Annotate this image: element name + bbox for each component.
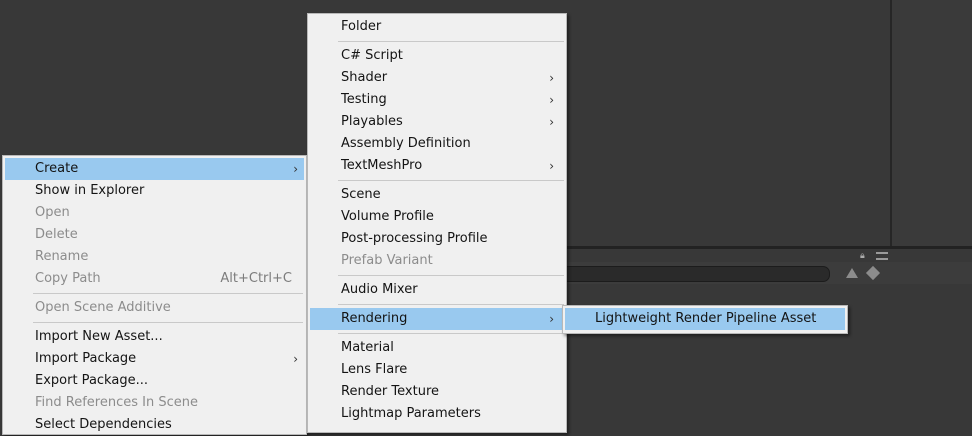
menu-item-post-processing-profile[interactable]: Post-processing Profile xyxy=(310,228,564,250)
menu-item-label: Shader xyxy=(341,70,388,85)
menu-item-select-dependencies[interactable]: Select Dependencies xyxy=(5,414,304,436)
menu-item-label: Render Texture xyxy=(341,384,440,399)
menu-item-label: Prefab Variant xyxy=(341,253,433,268)
menu-separator xyxy=(338,41,564,42)
context-menu: Create › Show in Explorer Open Delete Rename C… xyxy=(2,155,307,435)
menu-item-lens-flare[interactable]: Lens Flare xyxy=(310,359,564,381)
menu-separator xyxy=(33,293,303,294)
menu-item-label: Export Package... xyxy=(35,373,148,388)
menu-item-find-references-in-scene[interactable]: Find References In Scene xyxy=(5,392,304,414)
menu-item-shader[interactable]: Shader › xyxy=(310,67,564,89)
menu-item-label: Rename xyxy=(35,249,89,264)
menu-item-rename[interactable]: Rename xyxy=(5,246,304,268)
chevron-right-icon: › xyxy=(549,312,554,326)
menu-item-show-in-explorer[interactable]: Show in Explorer xyxy=(5,180,304,202)
menu-separator xyxy=(338,180,564,181)
menu-item-label: TextMeshPro xyxy=(341,158,423,173)
chevron-right-icon: › xyxy=(293,352,298,366)
menu-item-testing[interactable]: Testing › xyxy=(310,89,564,111)
menu-item-label: Open xyxy=(35,205,70,220)
menu-item-label: Import New Asset... xyxy=(35,329,163,344)
menu-item-label: Audio Mixer xyxy=(341,282,418,297)
menu-separator xyxy=(338,275,564,276)
menu-item-label: Import Package xyxy=(35,351,137,366)
menu-item-label: Rendering xyxy=(341,311,408,326)
chevron-right-icon: › xyxy=(549,159,554,173)
menu-item-audio-mixer[interactable]: Audio Mixer xyxy=(310,279,564,301)
menu-item-label: Scene xyxy=(341,187,381,202)
chevron-right-icon: › xyxy=(549,71,554,85)
menu-item-copy-path[interactable]: Copy Path Alt+Ctrl+C xyxy=(5,268,304,290)
menu-item-label: Open Scene Additive xyxy=(35,300,171,315)
menu-item-import-package[interactable]: Import Package › xyxy=(5,348,304,370)
menu-item-label: Lightmap Parameters xyxy=(341,406,481,421)
panel-menu-icon[interactable] xyxy=(876,252,888,260)
shortcut-label: Alt+Ctrl+C xyxy=(220,271,292,286)
menu-item-create[interactable]: Create › xyxy=(5,158,304,180)
menu-item-prefab-variant[interactable]: Prefab Variant xyxy=(310,250,564,272)
project-search-field[interactable] xyxy=(560,266,830,282)
menu-item-folder[interactable]: Folder xyxy=(310,16,564,38)
menu-item-label: Delete xyxy=(35,227,78,242)
create-submenu: Folder C# Script Shader › Testing › Playables ›… xyxy=(307,13,567,433)
menu-item-open[interactable]: Open xyxy=(5,202,304,224)
menu-item-label: Folder xyxy=(341,19,382,34)
menu-item-material[interactable]: Material xyxy=(310,337,564,359)
menu-item-delete[interactable]: Delete xyxy=(5,224,304,246)
menu-separator xyxy=(338,304,564,305)
menu-item-label: Assembly Definition xyxy=(341,136,471,151)
menu-item-label: Testing xyxy=(341,92,387,107)
chevron-right-icon: › xyxy=(549,115,554,129)
menu-item-label: Post-processing Profile xyxy=(341,231,488,246)
menu-item-lightmap-parameters[interactable]: Lightmap Parameters xyxy=(310,403,564,425)
editor-panel-right xyxy=(892,0,972,248)
lock-icon[interactable]: 🔒︎ xyxy=(860,252,868,261)
chevron-right-icon: › xyxy=(549,93,554,107)
menu-item-open-scene-additive[interactable]: Open Scene Additive xyxy=(5,297,304,319)
menu-item-c-script[interactable]: C# Script xyxy=(310,45,564,67)
menu-item-label: Lens Flare xyxy=(341,362,408,377)
menu-item-scene[interactable]: Scene xyxy=(310,184,564,206)
menu-item-label: Select Dependencies xyxy=(35,417,172,432)
menu-item-label: Find References In Scene xyxy=(35,395,198,410)
menu-item-label: Playables xyxy=(341,114,403,129)
menu-item-label: Material xyxy=(341,340,394,355)
menu-item-rendering[interactable]: Rendering › xyxy=(310,308,564,330)
menu-item-render-texture[interactable]: Render Texture xyxy=(310,381,564,403)
chevron-right-icon: › xyxy=(293,162,298,176)
menu-item-label: C# Script xyxy=(341,48,403,63)
menu-item-label: Lightweight Render Pipeline Asset xyxy=(595,311,817,326)
menu-item-label: Volume Profile xyxy=(341,209,434,224)
menu-item-volume-profile[interactable]: Volume Profile xyxy=(310,206,564,228)
menu-item-textmeshpro[interactable]: TextMeshPro › xyxy=(310,155,564,177)
rendering-submenu: Lightweight Render Pipeline Asset xyxy=(562,305,848,334)
menu-item-assembly-definition[interactable]: Assembly Definition xyxy=(310,133,564,155)
menu-item-label: Create xyxy=(35,161,79,176)
menu-item-label: Copy Path xyxy=(35,271,101,286)
menu-item-lightweight-render-pipeline-asset[interactable]: Lightweight Render Pipeline Asset xyxy=(565,308,845,330)
menu-separator xyxy=(33,322,303,323)
menu-item-playables[interactable]: Playables › xyxy=(310,111,564,133)
menu-separator xyxy=(338,333,564,334)
menu-item-export-package[interactable]: Export Package... xyxy=(5,370,304,392)
menu-item-import-new-asset[interactable]: Import New Asset... xyxy=(5,326,304,348)
menu-item-label: Show in Explorer xyxy=(35,183,145,198)
